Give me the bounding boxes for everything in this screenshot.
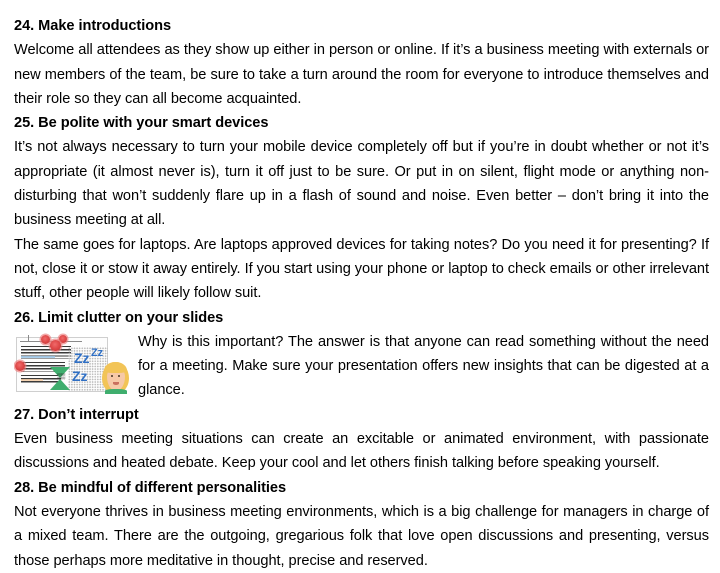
avatar-collar [105, 388, 127, 394]
section-heading-27: 27. Don’t interrupt [14, 406, 139, 423]
slide-highlight-orange [21, 378, 43, 382]
slide-ruler-tick [28, 334, 29, 342]
section-paragraph-27-1: Even business meeting situations can cre… [14, 431, 709, 472]
document-page: 24. Make introductions Welcome all atten… [0, 0, 720, 569]
avatar-fringe [104, 361, 127, 373]
sleep-zz-text-3: Zz [72, 367, 88, 384]
hourglass-glyphs: ▒▒ [57, 373, 65, 380]
sleeping-person-avatar [102, 361, 129, 394]
section-heading-25: 25. Be polite with your smart devices [14, 115, 269, 132]
section-paragraph-25-2: The same goes for laptops. Are laptops a… [14, 236, 709, 302]
figure-cluttered-slide: ▒▒ Zz Zz Zz [14, 332, 130, 395]
flower-icon-4 [15, 360, 25, 371]
avatar-mouth [113, 381, 119, 385]
flower-icon-1 [41, 334, 50, 344]
flower-icon-3 [50, 339, 61, 351]
hourglass-icon: ▒▒ [50, 366, 70, 390]
document-body: 24. Make introductions Welcome all atten… [14, 14, 709, 573]
section-heading-28: 28. Be mindful of different personalitie… [14, 479, 287, 496]
slide-illustration: ▒▒ Zz Zz Zz [14, 332, 130, 395]
section-paragraph-25-1: It’s not always necessary to turn your m… [14, 139, 709, 229]
section-paragraph-28-1: Not everyone thrives in business meeting… [14, 503, 709, 569]
section-heading-26: 26. Limit clutter on your slides [14, 309, 224, 326]
slide-highlight-blue [21, 355, 55, 359]
section-heading-24: 24. Make introductions [14, 18, 172, 34]
section-paragraph-24-1: Welcome all attendees as they show up ei… [14, 42, 709, 107]
